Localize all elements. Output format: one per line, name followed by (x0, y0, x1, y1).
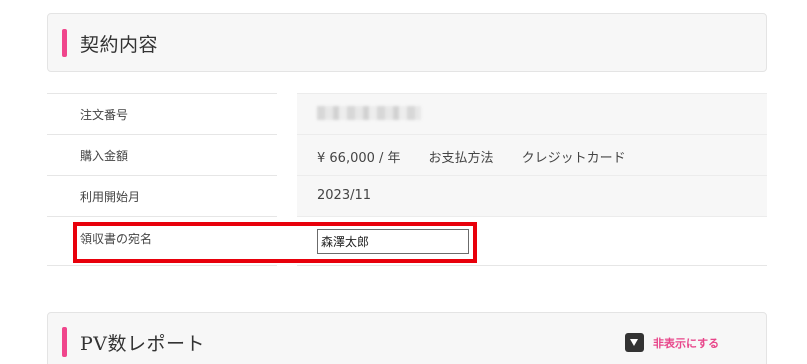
payment-method-label: お支払方法 (428, 151, 494, 166)
table-row-purchase-amount: 購入金額 ¥ 66,000 / 年 お支払方法 クレジットカード (47, 134, 767, 175)
order-number-value-blurred (317, 106, 421, 120)
pv-report-title: PV数レポート (80, 333, 206, 355)
table-row-order-number: 注文番号 (47, 93, 767, 134)
section-accent-bar (62, 29, 67, 57)
table-row-receipt-recipient: 領収書の宛名 (47, 216, 767, 266)
start-month-label: 利用開始月 (80, 190, 141, 204)
receipt-recipient-label: 領収書の宛名 (80, 232, 153, 246)
receipt-recipient-input[interactable] (317, 229, 469, 254)
purchase-amount-label: 購入金額 (80, 149, 129, 163)
hide-report-label[interactable]: 非表示にする (653, 335, 719, 351)
contract-section-header: 契約内容 (47, 13, 767, 72)
contract-section-title: 契約内容 (80, 34, 159, 56)
pv-report-section-header: PV数レポート 非表示にする (47, 312, 767, 364)
payment-method-value: クレジットカード (521, 151, 626, 166)
order-number-label: 注文番号 (80, 108, 129, 122)
start-month-value: 2023/11 (317, 188, 372, 203)
triangle-down-icon[interactable] (625, 333, 644, 352)
contract-details-table: 注文番号 購入金額 ¥ 66,000 / 年 お支払方法 クレジットカード 利用開始… (47, 93, 767, 266)
section-accent-bar (62, 327, 67, 357)
hide-report-toggle[interactable]: 非表示にする (625, 333, 719, 352)
table-row-start-month: 利用開始月 2023/11 (47, 175, 767, 216)
purchase-amount-value: ¥ 66,000 / 年 (317, 151, 401, 166)
